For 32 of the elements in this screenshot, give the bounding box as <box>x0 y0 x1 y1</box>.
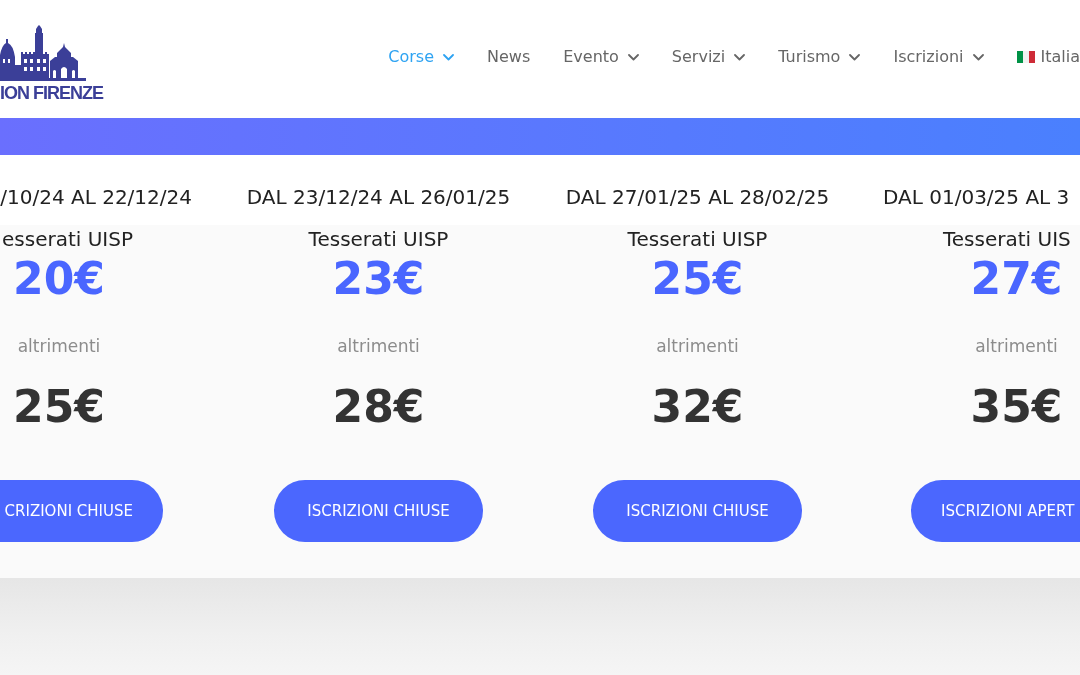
registration-button[interactable]: ISCRIZIONI CHIUSE <box>274 480 483 542</box>
member-label: Tesserati UISP <box>627 227 768 251</box>
nav-link[interactable]: Turismo <box>778 45 861 69</box>
logo-wordmark: ION FIRENZE <box>0 83 103 103</box>
standard-price: 32€ <box>651 383 744 431</box>
otherwise-label: altrimenti <box>17 335 101 358</box>
period-heading: /10/24 AL 22/12/24 <box>0 185 192 209</box>
period-heading: DAL 27/01/25 AL 28/02/25 <box>565 185 830 209</box>
otherwise-label: altrimenti <box>337 335 420 358</box>
italian-flag-icon <box>1016 51 1035 63</box>
nav-link[interactable]: Evento <box>563 45 639 69</box>
registration-button[interactable]: ISCRIZIONI CHIUSE <box>593 480 802 542</box>
otherwise-label: altrimenti <box>656 335 739 358</box>
member-label: Tesserati UIS <box>943 227 1071 251</box>
member-price: 23€ <box>332 255 425 303</box>
nav-link[interactable]: Iscrizioni <box>893 45 984 69</box>
member-price: 20€ <box>13 255 105 303</box>
registration-button[interactable]: ISCRIZIONI APERT <box>911 480 1080 542</box>
period-heading: DAL 23/12/24 AL 26/01/25 <box>246 185 511 209</box>
member-label: esserati UISP <box>2 227 133 251</box>
standard-price: 35€ <box>970 383 1063 431</box>
language-link[interactable]: Italia <box>1016 45 1080 69</box>
member-price: 27€ <box>970 255 1063 303</box>
standard-price: 25€ <box>13 383 105 431</box>
period-heading: DAL 01/03/25 AL 3 <box>883 185 1070 209</box>
otherwise-label: altrimenti <box>975 335 1058 358</box>
member-label: Tesserati UISP <box>308 227 449 251</box>
member-price: 25€ <box>651 255 744 303</box>
standard-price: 28€ <box>332 383 425 431</box>
nav-link[interactable]: Servizi <box>671 45 746 69</box>
registration-button[interactable]: CRIZIONI CHIUSE <box>0 480 163 542</box>
nav-link[interactable]: News <box>487 45 531 69</box>
